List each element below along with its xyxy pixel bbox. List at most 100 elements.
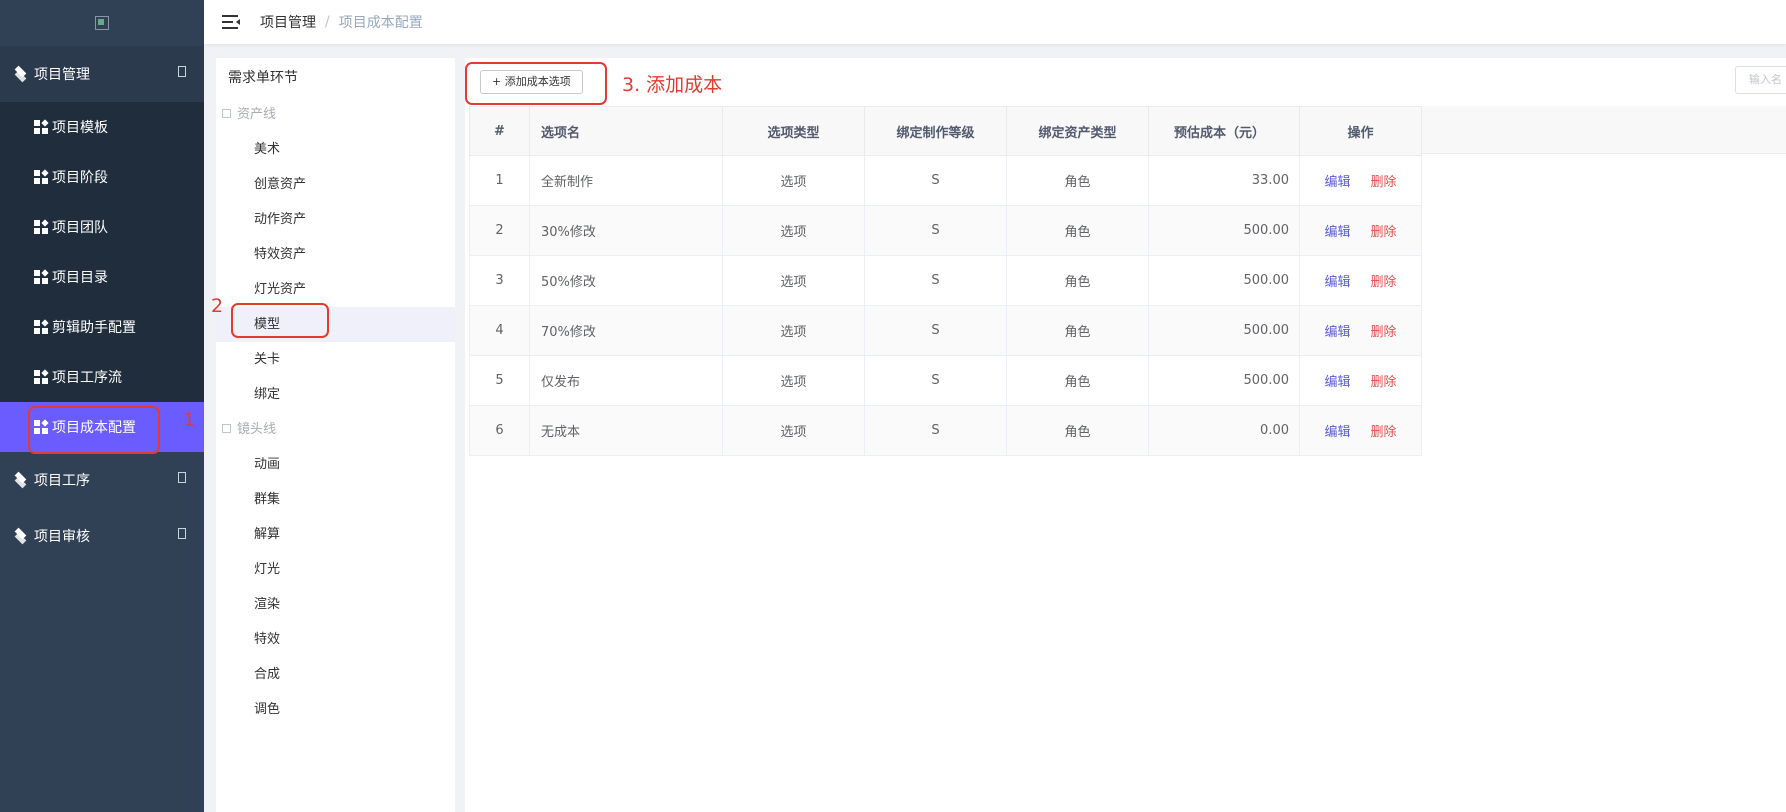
column-header-name: 选项名 xyxy=(529,106,723,156)
tree-group-shot-line[interactable]: 镜头线 xyxy=(216,412,455,447)
sidebar-item-project-directory[interactable]: 项目目录 xyxy=(0,252,204,302)
cell-asset-type: 角色 xyxy=(1006,255,1149,306)
layers-icon xyxy=(14,474,29,487)
logo xyxy=(0,0,204,46)
grid-icon xyxy=(34,369,49,384)
collapse-icon[interactable] xyxy=(222,424,231,433)
search-input[interactable]: 输入名 xyxy=(1735,66,1786,94)
cell-actions: 编辑 删除 xyxy=(1299,255,1422,306)
collapse-icon[interactable] xyxy=(222,109,231,118)
column-header-asset-type: 绑定资产类型 xyxy=(1006,106,1149,156)
chevron-icon xyxy=(178,528,186,539)
edit-link[interactable]: 编辑 xyxy=(1324,225,1350,240)
cell-asset-type: 角色 xyxy=(1006,405,1149,456)
cell-actions: 编辑 删除 xyxy=(1299,355,1422,406)
cell-type: 选项 xyxy=(722,155,865,206)
cell-cost: 500.00 xyxy=(1148,305,1300,356)
cell-level: S xyxy=(864,355,1007,406)
tree-node[interactable]: 关卡 xyxy=(216,342,455,377)
grid-icon xyxy=(34,269,49,284)
sidebar-item-project-template[interactable]: 项目模板 xyxy=(0,102,204,152)
cell-type: 选项 xyxy=(722,255,865,306)
cell-index: 3 xyxy=(469,255,530,306)
chevron-icon xyxy=(178,472,186,483)
column-header-actions: 操作 xyxy=(1299,106,1422,156)
sidebar-item-edit-assistant-config[interactable]: 剪辑助手配置 xyxy=(0,302,204,352)
cell-name: 50%修改 xyxy=(529,255,723,306)
edit-link[interactable]: 编辑 xyxy=(1324,275,1350,290)
table-row: 5 仅发布 选项 S 角色 500.00 编辑 删除 xyxy=(469,355,1422,406)
sidebar-item-label: 项目团队 xyxy=(52,220,108,236)
tree-node[interactable]: 动画 xyxy=(216,447,455,482)
cell-index: 2 xyxy=(469,205,530,256)
tree-node[interactable]: 动作资产 xyxy=(216,202,455,237)
tree-node[interactable]: 特效资产 xyxy=(216,237,455,272)
cost-options-panel: + 添加成本选项 输入名 # 选项名 选项类型 绑定制作等级 绑定资产类型 预估… xyxy=(465,58,1786,812)
edit-link[interactable]: 编辑 xyxy=(1324,325,1350,340)
delete-link[interactable]: 删除 xyxy=(1371,225,1397,240)
edit-link[interactable]: 编辑 xyxy=(1324,175,1350,190)
edit-link[interactable]: 编辑 xyxy=(1324,375,1350,390)
cell-cost: 33.00 xyxy=(1148,155,1300,206)
cell-asset-type: 角色 xyxy=(1006,205,1149,256)
annotation-box-step2 xyxy=(231,303,329,338)
sidebar-item-project-workflow[interactable]: 项目工序流 xyxy=(0,352,204,402)
cell-cost: 500.00 xyxy=(1148,355,1300,406)
tree-node[interactable]: 创意资产 xyxy=(216,167,455,202)
cell-name: 30%修改 xyxy=(529,205,723,256)
cell-cost: 0.00 xyxy=(1148,405,1300,456)
cell-index: 4 xyxy=(469,305,530,356)
table-row: 2 30%修改 选项 S 角色 500.00 编辑 删除 xyxy=(469,205,1422,256)
tree-title: 需求单环节 xyxy=(228,70,298,86)
column-header-type: 选项类型 xyxy=(722,106,865,156)
cell-type: 选项 xyxy=(722,405,865,456)
cell-cost: 500.00 xyxy=(1148,205,1300,256)
breadcrumb-root[interactable]: 项目管理 xyxy=(260,12,316,32)
sidebar-item-label: 项目目录 xyxy=(52,270,108,286)
menu-group-label: 项目审核 xyxy=(34,529,90,545)
sidebar-item-project-team[interactable]: 项目团队 xyxy=(0,202,204,252)
tree-node[interactable]: 渲染 xyxy=(216,587,455,622)
tree-node[interactable]: 调色 xyxy=(216,692,455,727)
cell-actions: 编辑 删除 xyxy=(1299,305,1422,356)
tree-group-label: 资产线 xyxy=(237,107,277,122)
sidebar-item-label: 项目阶段 xyxy=(52,170,108,186)
delete-link[interactable]: 删除 xyxy=(1371,175,1397,190)
tree-group-asset-line[interactable]: 资产线 xyxy=(216,97,455,132)
table-header-row: # 选项名 选项类型 绑定制作等级 绑定资产类型 预估成本（元） 操作 xyxy=(469,106,1422,156)
edit-link[interactable]: 编辑 xyxy=(1324,425,1350,440)
tree-node[interactable]: 特效 xyxy=(216,622,455,657)
menu-project-review[interactable]: 项目审核 xyxy=(0,508,204,564)
annotation-label-step1: 1 xyxy=(183,409,196,431)
delete-link[interactable]: 删除 xyxy=(1371,425,1397,440)
tree-node[interactable]: 灯光资产 xyxy=(216,272,455,307)
cell-actions: 编辑 删除 xyxy=(1299,155,1422,206)
menu-project-management[interactable]: 项目管理 xyxy=(0,46,204,102)
column-header-cost: 预估成本（元） xyxy=(1148,106,1300,156)
cell-name: 70%修改 xyxy=(529,305,723,356)
cell-asset-type: 角色 xyxy=(1006,155,1149,206)
cell-type: 选项 xyxy=(722,205,865,256)
tree-node[interactable]: 灯光 xyxy=(216,552,455,587)
cell-actions: 编辑 删除 xyxy=(1299,405,1422,456)
sidebar-item-project-stage[interactable]: 项目阶段 xyxy=(0,152,204,202)
cell-name: 仅发布 xyxy=(529,355,723,406)
tree-node[interactable]: 合成 xyxy=(216,657,455,692)
tree-node[interactable]: 解算 xyxy=(216,517,455,552)
menu-project-process[interactable]: 项目工序 xyxy=(0,452,204,508)
navbar: 项目管理 / 项目成本配置 xyxy=(204,0,1786,44)
annotation-label-step2: 2 xyxy=(211,295,224,317)
delete-link[interactable]: 删除 xyxy=(1371,375,1397,390)
grid-icon xyxy=(34,319,49,334)
cell-cost: 500.00 xyxy=(1148,255,1300,306)
submenu: 项目模板 项目阶段 项目团队 项目目录 剪辑助手配置 项目工序流 项目成本配置 xyxy=(0,102,204,452)
tree-node[interactable]: 美术 xyxy=(216,132,455,167)
delete-link[interactable]: 删除 xyxy=(1371,275,1397,290)
grid-icon xyxy=(34,169,49,184)
hamburger-menu-icon[interactable] xyxy=(222,15,240,29)
layers-icon xyxy=(14,530,29,543)
tree-node[interactable]: 群集 xyxy=(216,482,455,517)
grid-icon xyxy=(34,219,49,234)
tree-node[interactable]: 绑定 xyxy=(216,377,455,412)
delete-link[interactable]: 删除 xyxy=(1371,325,1397,340)
